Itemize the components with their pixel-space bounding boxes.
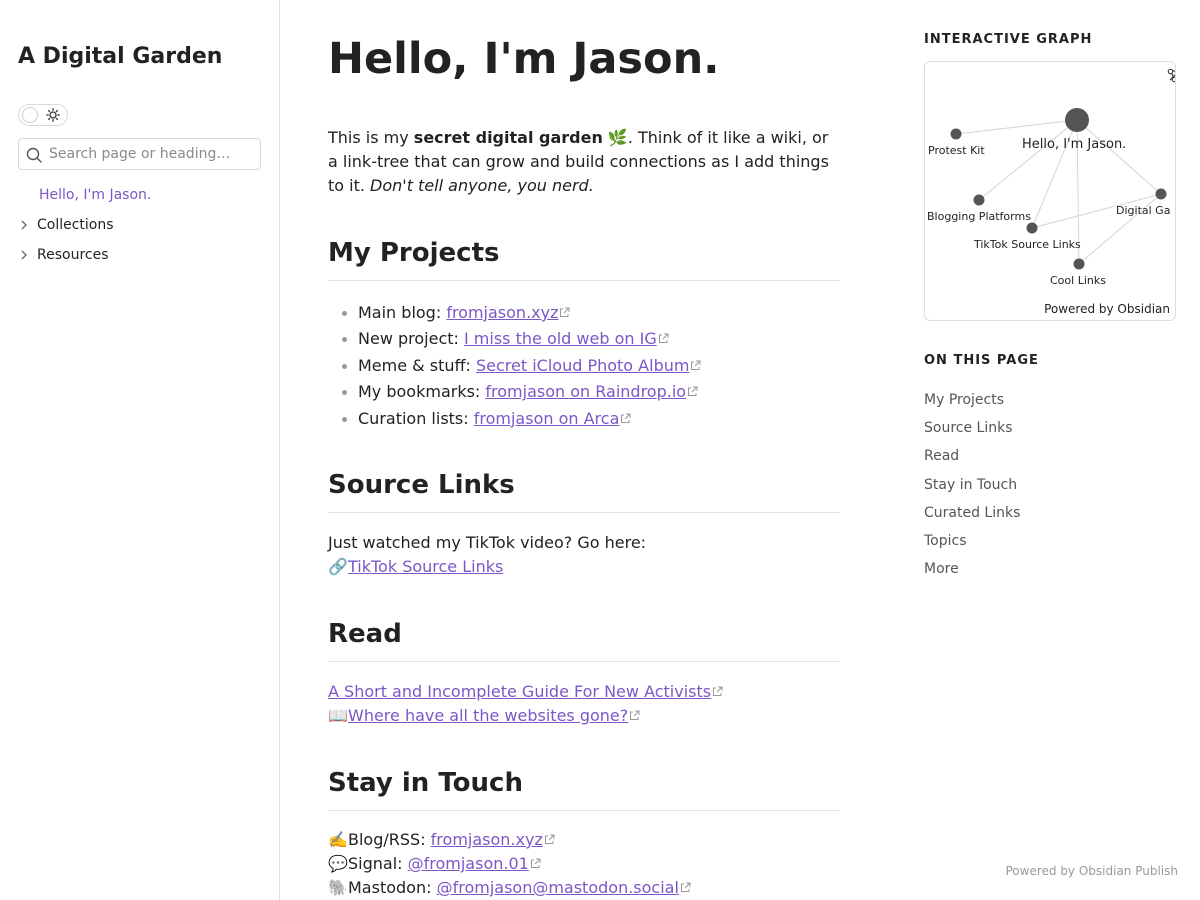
read-line-2: 📖Where have all the websites gone? [328, 704, 840, 728]
graph-canvas[interactable]: Hello, I'm Jason. Protest Kit Blogging P… [925, 62, 1176, 321]
graph-label-digital: Digital Ga [1116, 204, 1170, 217]
link-emoji: 🔗 [328, 557, 348, 576]
touch-label: Blog/RSS: [348, 830, 431, 849]
writing-emoji: ✍️ [328, 830, 348, 849]
graph-label-tiktok: TikTok Source Links [973, 238, 1081, 251]
heading-read: Read [328, 619, 840, 662]
heading-stay-in-touch: Stay in Touch [328, 768, 840, 811]
site-name[interactable]: A Digital Garden [18, 44, 222, 69]
external-link-icon [621, 413, 631, 423]
graph-heading: INTERACTIVE GRAPH [924, 32, 1093, 47]
touch-link[interactable]: fromjason.xyz [431, 830, 543, 849]
table-of-contents: My Projects Source Links Read Stay in To… [924, 386, 1020, 583]
external-link-icon [713, 686, 723, 696]
toggle-knob [22, 107, 38, 123]
left-sidebar: A Digital Garden Hello, I'm Jason. Colle… [0, 0, 280, 900]
touch-line: 🐘Mastodon: @fromjason@mastodon.social [328, 876, 840, 900]
interactive-graph[interactable]: Hello, I'm Jason. Protest Kit Blogging P… [924, 61, 1176, 321]
item-label: My bookmarks: [358, 382, 486, 402]
project-link[interactable]: fromjason.xyz [446, 303, 558, 322]
footer-powered-by[interactable]: Powered by Obsidian Publish [1005, 864, 1178, 878]
expand-arrow-icon[interactable] [1167, 68, 1176, 83]
list-item: Meme & stuff: Secret iCloud Photo Album [340, 353, 701, 379]
graph-label-protest: Protest Kit [928, 144, 985, 157]
toc-item-read[interactable]: Read [924, 442, 1020, 470]
read-link[interactable]: Where have all the websites gone? [348, 706, 628, 725]
toc-item-my-projects[interactable]: My Projects [924, 386, 1020, 414]
graph-node-blogging[interactable] [973, 194, 985, 206]
external-link-icon [544, 834, 555, 844]
external-link-icon [530, 858, 541, 868]
external-link-icon [688, 386, 698, 397]
graph-node-hello[interactable] [1065, 108, 1089, 132]
elephant-emoji: 🐘 [328, 878, 348, 897]
page-title: Hello, I'm Jason. [328, 34, 720, 84]
project-link[interactable]: I miss the old web on IG [464, 329, 657, 348]
list-item: Main blog: fromjason.xyz [340, 300, 701, 326]
intro-italic: Don't tell anyone, you nerd. [370, 176, 594, 195]
read-line-1: A Short and Incomplete Guide For New Act… [328, 680, 840, 704]
touch-label: Signal: [348, 854, 408, 873]
intro-paragraph: This is my secret digital garden 🌿. Thin… [328, 126, 840, 198]
project-link[interactable]: fromjason on Arca [474, 409, 620, 428]
source-text: Just watched my TikTok video? Go here: [328, 533, 647, 552]
touch-line: ✍️Blog/RSS: fromjason.xyz [328, 828, 840, 852]
speech-emoji: 💬 [328, 854, 348, 873]
toc-heading: ON THIS PAGE [924, 353, 1039, 368]
nav-folder-label: Collections [37, 217, 114, 233]
external-link-icon [560, 307, 570, 317]
search-icon [26, 147, 42, 163]
nav-item-home[interactable]: Hello, I'm Jason. [39, 187, 151, 203]
item-label: Main blog: [358, 303, 447, 322]
chevron-right-icon [21, 250, 27, 260]
project-link[interactable]: Secret iCloud Photo Album [476, 356, 689, 375]
external-link-icon [691, 360, 701, 370]
tiktok-source-link[interactable]: TikTok Source Links [348, 557, 503, 576]
intro-bold: secret digital garden [413, 128, 603, 147]
external-link-icon [680, 882, 691, 892]
projects-list: Main blog: fromjason.xyz New project: I … [340, 300, 701, 432]
toc-item-topics[interactable]: Topics [924, 527, 1020, 555]
toc-item-source-links[interactable]: Source Links [924, 414, 1020, 442]
nav-folder-label: Resources [37, 247, 109, 263]
item-label: Curation lists: [358, 408, 474, 428]
nav-folder-resources[interactable]: Resources [18, 245, 109, 265]
list-item: My bookmarks: fromjason on Raindrop.io [340, 379, 701, 405]
graph-powered-by: Powered by Obsidian [1044, 302, 1170, 316]
leaf-emoji: 🌿 [607, 128, 628, 147]
graph-label-cool: Cool Links [1050, 274, 1106, 287]
chevron-right-icon [21, 220, 27, 230]
theme-toggle[interactable] [18, 104, 68, 126]
external-link-icon [630, 710, 640, 720]
graph-node-protest-kit[interactable] [950, 128, 962, 140]
list-item: New project: I miss the old web on IG [340, 326, 701, 352]
touch-label: Mastodon: [348, 878, 437, 897]
search-box [18, 138, 261, 170]
sun-icon [46, 108, 60, 122]
toc-item-more[interactable]: More [924, 555, 1020, 583]
item-label: Meme & stuff: [358, 355, 476, 375]
graph-node-digital[interactable] [1155, 188, 1167, 200]
heading-source-links: Source Links [328, 470, 840, 513]
external-link-icon [658, 333, 669, 344]
intro-text: This is my [328, 128, 414, 147]
touch-line: 💬Signal: @fromjason.01 [328, 852, 840, 876]
search-input[interactable] [49, 139, 254, 169]
toc-item-curated-links[interactable]: Curated Links [924, 499, 1020, 527]
heading-my-projects: My Projects [328, 238, 840, 281]
graph-node-tiktok[interactable] [1026, 222, 1038, 234]
touch-link[interactable]: @fromjason.01 [408, 854, 529, 873]
item-label: New project: [358, 329, 464, 349]
graph-label-blogging: Blogging Platforms [927, 210, 1031, 223]
read-link[interactable]: A Short and Incomplete Guide For New Act… [328, 682, 711, 701]
list-item: Curation lists: fromjason on Arca [340, 406, 701, 432]
graph-node-cool-links[interactable] [1073, 258, 1085, 270]
toc-item-stay-in-touch[interactable]: Stay in Touch [924, 471, 1020, 499]
source-link-line: 🔗TikTok Source Links [328, 555, 840, 579]
touch-link[interactable]: @fromjason@mastodon.social [437, 878, 679, 897]
graph-label-hello: Hello, I'm Jason. [1022, 137, 1126, 152]
book-emoji: 📖 [328, 706, 348, 725]
nav-folder-collections[interactable]: Collections [18, 215, 114, 235]
project-link[interactable]: fromjason on Raindrop.io [485, 382, 686, 401]
